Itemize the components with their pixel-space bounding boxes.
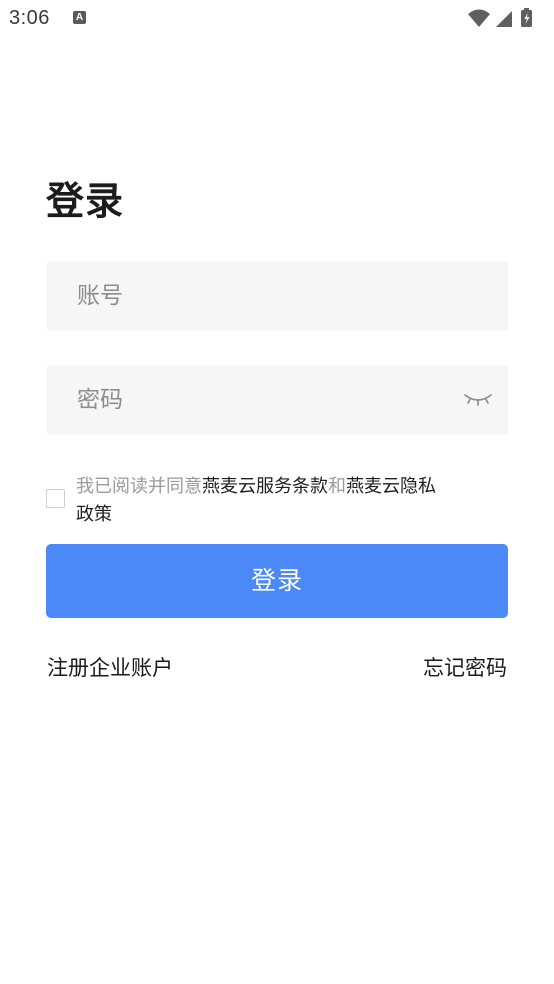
status-icons <box>466 7 546 29</box>
password-input[interactable] <box>46 366 508 434</box>
agreement-prefix: 我已阅读并同意 <box>76 476 202 497</box>
privacy-link-line2: 政策 <box>76 504 112 525</box>
status-bar: 3:06 A <box>0 0 554 36</box>
agreement-text: 我已阅读并同意燕麦云服务条款和燕麦云隐私政策 <box>76 473 476 529</box>
status-time: 3:06 <box>9 7 50 29</box>
terms-of-service-link[interactable]: 燕麦云服务条款 <box>202 476 328 497</box>
agreement-connector: 和 <box>328 476 346 497</box>
battery-charging-icon <box>521 8 532 27</box>
notification-a-label: A <box>75 12 84 23</box>
wifi-icon <box>468 9 490 27</box>
register-enterprise-account-link[interactable]: 注册企业账户 <box>47 652 173 682</box>
signal-icon <box>496 11 512 27</box>
password-field-container <box>46 366 508 434</box>
privacy-link-line1: 燕麦云隐私 <box>346 476 436 497</box>
login-screen: 3:06 A 登录 账号 我已阅读并同意燕麦云服务条款和燕麦云隐私 政策 登录 … <box>0 0 554 984</box>
notification-a-icon: A <box>73 11 86 24</box>
forgot-password-link[interactable]: 忘记密码 <box>423 652 507 682</box>
eye-closed-icon[interactable] <box>462 390 494 410</box>
account-field-container <box>46 262 508 330</box>
login-button[interactable]: 登录 <box>46 544 508 618</box>
account-input[interactable] <box>46 262 508 330</box>
page-title: 登录 <box>46 179 125 223</box>
agreement-checkbox[interactable] <box>46 489 65 508</box>
